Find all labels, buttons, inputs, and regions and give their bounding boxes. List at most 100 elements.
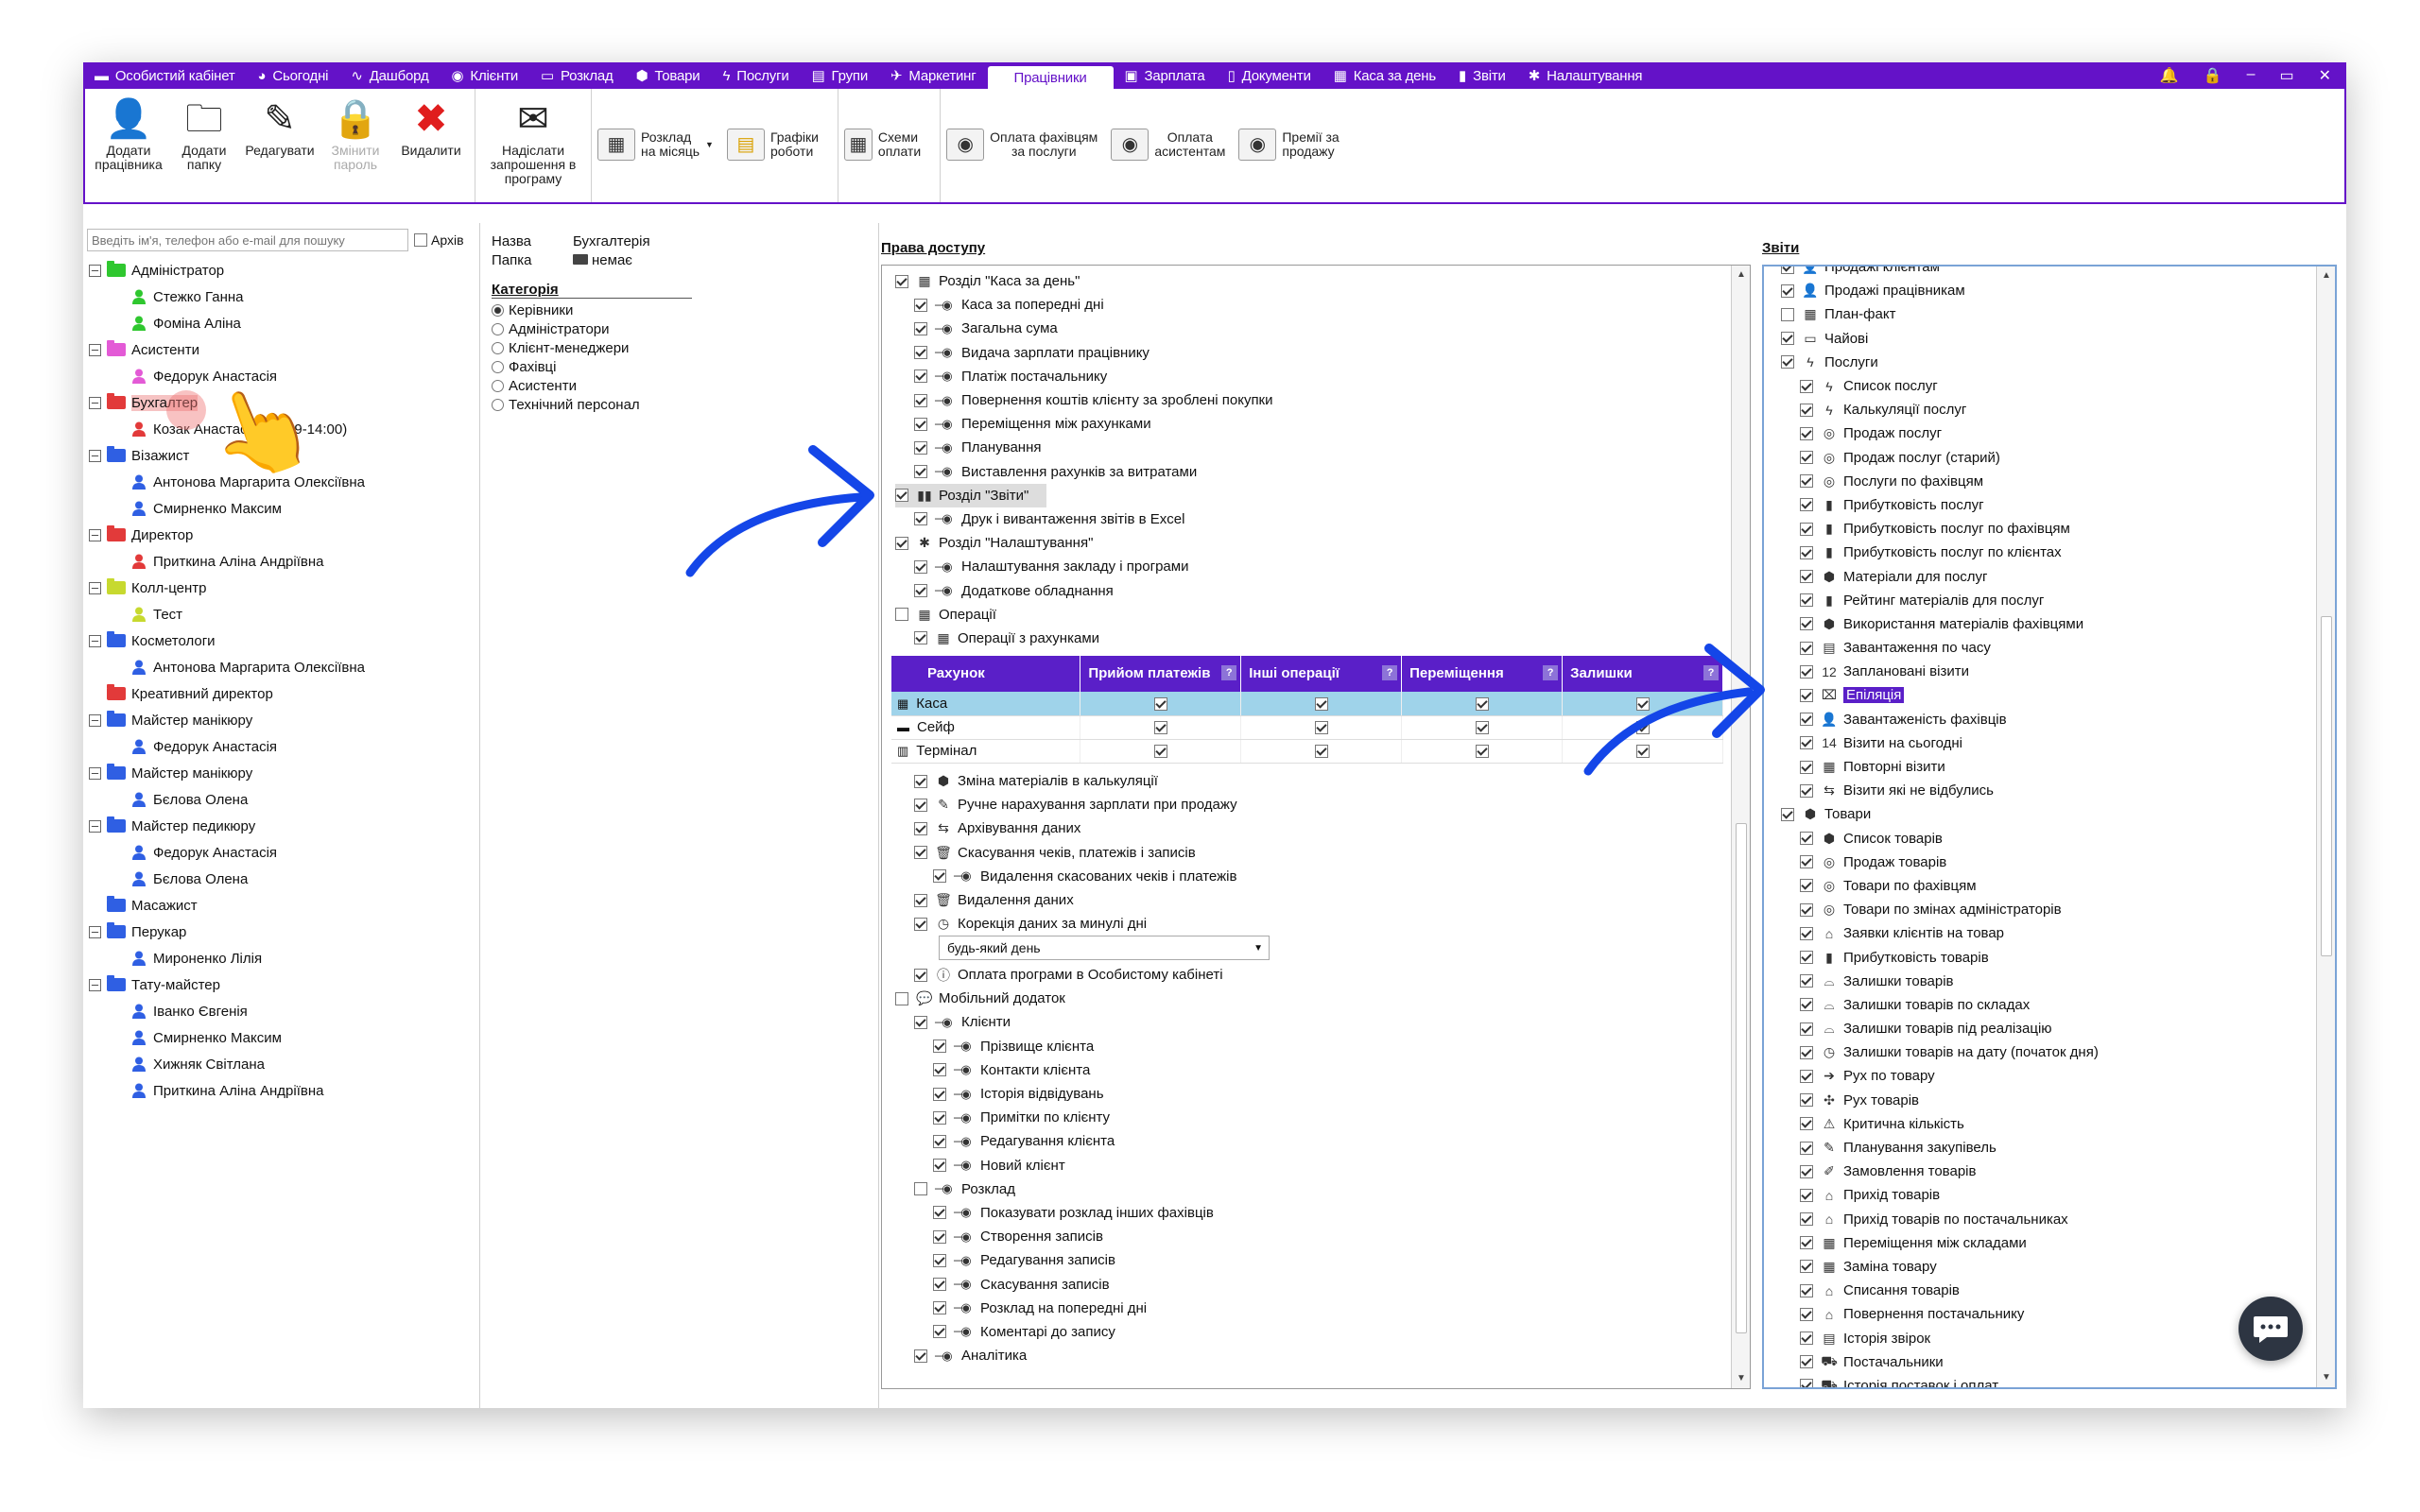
tree-employee[interactable]: Федорук Анастасія (89, 839, 476, 866)
permission-checkbox[interactable] (1800, 1212, 1813, 1227)
permission-row[interactable]: ─◉ Видалення скасованих чеків і платежів (895, 865, 1727, 888)
expand-toggle-icon[interactable]: – (89, 713, 101, 727)
permission-row[interactable]: ◎ Продаж послуг (старий) (1781, 446, 2310, 470)
tree-folder[interactable]: – Майстер педикюру (89, 813, 476, 839)
expand-toggle-icon[interactable]: – (89, 766, 101, 780)
permission-row[interactable]: ✎ Планування закупівель (1781, 1136, 2310, 1160)
permission-checkbox[interactable] (914, 584, 927, 598)
permission-checkbox[interactable] (1800, 545, 1813, 559)
permission-checkbox[interactable] (914, 465, 927, 479)
permission-row[interactable]: ─◉ Друк і вивантаження звітів в Excel (895, 507, 1727, 531)
permission-row[interactable]: 🗑 Скасування чеків, платежів і записів (895, 841, 1727, 865)
permission-checkbox[interactable] (1800, 1283, 1813, 1297)
permission-row[interactable]: ─◉ Аналітика (895, 1344, 1727, 1367)
permission-checkbox[interactable] (895, 536, 908, 550)
permission-row[interactable]: ─◉ Редагування записів (895, 1248, 1727, 1272)
permission-row[interactable]: ─◉ Редагування клієнта (895, 1129, 1727, 1153)
permission-row[interactable]: ⌧ Епіляція (1781, 683, 2310, 707)
permission-checkbox[interactable] (1800, 641, 1813, 655)
monthly-schedule-button[interactable]: ▦ Розклад на місяць ▼ (597, 129, 714, 161)
tree-folder[interactable]: – Тату-майстер (89, 971, 476, 998)
permission-row[interactable]: ⛟ Постачальники (1781, 1350, 2310, 1374)
permission-row[interactable]: ◎ Продаж товарів (1781, 850, 2310, 874)
category-radio[interactable]: Технічний персонал (492, 395, 640, 414)
scroll-thumb[interactable] (1736, 823, 1747, 1333)
permission-row[interactable]: ✐ Замовлення товарів (1781, 1160, 2310, 1183)
permission-row[interactable]: ⌂ Прихід товарів (1781, 1183, 2310, 1207)
menu-tab[interactable]: ⬢ Товари (625, 62, 712, 89)
permission-checkbox[interactable] (933, 1206, 946, 1220)
permission-row[interactable]: ▮ Рейтинг матеріалів для послуг (1781, 589, 2310, 612)
menu-tab[interactable]: ▦ Каса за день (1322, 62, 1447, 89)
permission-checkbox[interactable] (1800, 974, 1813, 988)
permission-row[interactable]: ϟ Послуги (1781, 351, 2310, 374)
permission-row[interactable]: ◷ Залишки товарів на дату (початок дня) (1781, 1040, 2310, 1064)
scroll-thumb[interactable] (2321, 616, 2332, 956)
scroll-down-icon[interactable]: ▼ (2317, 1368, 2335, 1387)
permission-checkbox[interactable] (895, 608, 908, 622)
tree-folder[interactable]: – Асистенти (89, 336, 476, 363)
tree-employee[interactable]: Тест (89, 601, 476, 627)
tree-employee[interactable]: Бєлова Олена (89, 866, 476, 892)
radio-icon[interactable] (492, 379, 504, 392)
permission-row[interactable]: ⬢ Товари (1781, 802, 2310, 826)
permission-checkbox[interactable] (933, 1110, 946, 1125)
minimize-icon[interactable]: – (2247, 66, 2256, 85)
menu-tab[interactable]: ▤ Групи (801, 62, 879, 89)
permission-checkbox[interactable] (1800, 1332, 1813, 1346)
tree-employee[interactable]: Федорук Анастасія (89, 733, 476, 760)
tree-employee[interactable]: Мироненко Лілія (89, 945, 476, 971)
account-permission-checkbox[interactable] (1476, 696, 1490, 711)
category-radio[interactable]: Фахівці (492, 357, 640, 376)
permission-row[interactable]: ─◉ Планування (895, 436, 1727, 459)
permission-row[interactable]: ✎ Ручне нарахування зарплати при продажу (895, 793, 1727, 816)
permission-checkbox[interactable] (1781, 266, 1794, 274)
expand-toggle-icon[interactable]: – (89, 343, 101, 356)
permission-row[interactable]: ⚠ Критична кількість (1781, 1112, 2310, 1136)
permission-row[interactable]: 👤 Продажі працівникам (1781, 279, 2310, 302)
permission-row[interactable]: 👤 Завантаженість фахівців (1781, 708, 2310, 731)
permission-row[interactable]: ─◉ Каса за попередні дні (895, 293, 1727, 317)
bell-icon[interactable]: 🔔 (2160, 66, 2179, 85)
permission-checkbox[interactable] (914, 369, 927, 384)
archive-checkbox-box[interactable] (414, 233, 427, 247)
tree-folder[interactable]: – Майстер манікюру (89, 760, 476, 786)
permission-row[interactable]: ─◉ Показувати розклад інших фахівців (895, 1201, 1727, 1225)
tree-folder[interactable]: – Директор (89, 522, 476, 548)
permission-row[interactable]: 💬 Мобільний додаток (895, 987, 1727, 1010)
permission-checkbox[interactable] (914, 846, 927, 860)
permission-checkbox[interactable] (914, 1015, 927, 1029)
tree-employee[interactable]: Приткина Аліна Андріївна (89, 548, 476, 575)
expand-toggle-icon[interactable]: – (89, 634, 101, 647)
tree-employee[interactable]: Приткина Аліна Андріївна (89, 1077, 476, 1104)
expand-toggle-icon[interactable]: – (89, 449, 101, 462)
account-permission-checkbox[interactable] (1315, 696, 1329, 711)
menu-tab[interactable]: ◕ Сьогодні (247, 62, 340, 89)
account-permission-checkbox[interactable] (1315, 745, 1329, 759)
permission-row[interactable]: ─◉ Повернення коштів клієнту за зроблені … (895, 388, 1727, 412)
permission-checkbox[interactable] (1800, 879, 1813, 893)
permission-checkbox[interactable] (1781, 307, 1794, 321)
permission-row[interactable]: ϟ Калькуляції послуг (1781, 398, 2310, 421)
menu-tab[interactable]: ▮ Звіти (1447, 62, 1517, 89)
permission-row[interactable]: ϟ Список послуг (1781, 374, 2310, 398)
permission-checkbox[interactable] (914, 968, 927, 982)
permission-checkbox[interactable] (1800, 760, 1813, 774)
expand-toggle-icon[interactable]: – (89, 978, 101, 991)
sales-bonus-button[interactable]: ◉ Премії за продажу (1238, 129, 1340, 161)
tree-employee[interactable]: Фоміна Аліна (89, 310, 476, 336)
chat-button[interactable] (2238, 1297, 2303, 1361)
permission-checkbox[interactable] (914, 774, 927, 788)
permission-checkbox[interactable] (933, 1301, 946, 1315)
permission-row[interactable]: ─◉ Контакти клієнта (895, 1058, 1727, 1082)
permission-row[interactable]: ─◉ Видача зарплати працівнику (895, 341, 1727, 365)
permission-checkbox[interactable] (933, 1087, 946, 1101)
permission-row[interactable]: ─◉ Створення записів (895, 1225, 1727, 1248)
menu-tab[interactable]: ϟ Послуги (711, 62, 800, 89)
permission-checkbox[interactable] (933, 1063, 946, 1077)
archive-checkbox[interactable]: Архів (414, 232, 464, 248)
permission-checkbox[interactable] (1800, 1355, 1813, 1369)
permission-checkbox[interactable] (933, 1159, 946, 1173)
permission-checkbox[interactable] (1800, 926, 1813, 940)
tree-employee[interactable]: Антонова Маргарита Олексіївна (89, 654, 476, 680)
